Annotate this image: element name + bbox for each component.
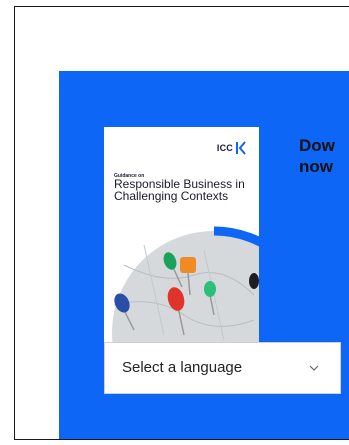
icc-logo: ICC <box>217 141 247 155</box>
page-frame: ICC Guidance on Responsible Business in … <box>14 6 349 440</box>
language-select-label: Select a language <box>122 359 243 376</box>
icc-logo-text: ICC <box>216 143 233 153</box>
chevron-down-icon <box>309 365 319 371</box>
language-select[interactable]: Select a language <box>104 342 341 394</box>
download-promo-panel: ICC Guidance on Responsible Business in … <box>59 71 349 439</box>
pin-dark <box>249 273 259 289</box>
icc-logo-mark-icon <box>236 141 246 155</box>
download-headline: Dow now <box>299 136 335 176</box>
map-pins-illustration <box>107 226 259 343</box>
cover-title: Responsible Business in Challenging Cont… <box>114 177 245 203</box>
publication-cover[interactable]: ICC Guidance on Responsible Business in … <box>104 127 259 343</box>
